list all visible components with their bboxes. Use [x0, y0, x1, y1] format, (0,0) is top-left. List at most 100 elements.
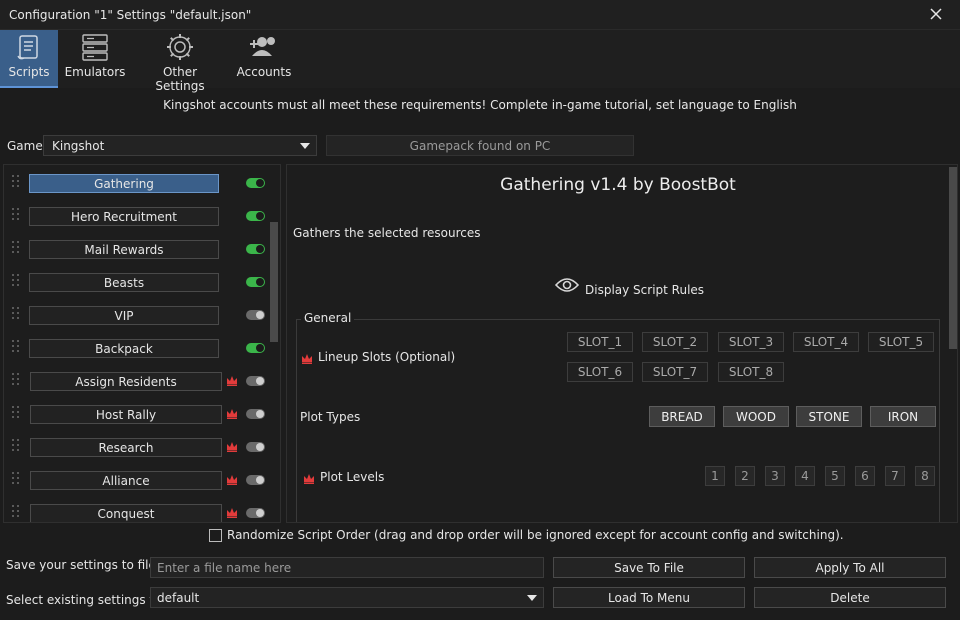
- slot-button[interactable]: SLOT_8: [718, 362, 784, 382]
- drag-handle-icon[interactable]: [12, 274, 20, 288]
- game-label: Game:: [7, 139, 47, 153]
- slot-button[interactable]: SLOT_7: [642, 362, 708, 382]
- drag-handle-icon[interactable]: [12, 340, 20, 354]
- slot-button[interactable]: SLOT_1: [567, 332, 633, 352]
- script-button-assign-residents[interactable]: Assign Residents: [30, 372, 222, 391]
- script-toggle[interactable]: [246, 178, 265, 188]
- gear-icon: [167, 34, 193, 60]
- plot-level-button[interactable]: 1: [705, 466, 725, 486]
- script-toggle[interactable]: [246, 277, 265, 287]
- script-toggle[interactable]: [246, 244, 265, 254]
- script-button-research[interactable]: Research: [30, 438, 222, 457]
- select-file-label: Select existing settings file: [6, 593, 168, 607]
- drag-handle-icon[interactable]: [12, 505, 20, 519]
- drag-handle-icon[interactable]: [12, 439, 20, 453]
- crown-icon: [227, 442, 237, 452]
- slot-button[interactable]: SLOT_4: [793, 332, 859, 352]
- game-select[interactable]: Kingshot: [43, 135, 317, 156]
- script-button-backpack[interactable]: Backpack: [29, 339, 219, 358]
- apply-to-all-button[interactable]: Apply To All: [754, 557, 946, 578]
- script-toggle[interactable]: [246, 475, 265, 485]
- crown-icon: [227, 508, 237, 518]
- plot-level-button[interactable]: 8: [915, 466, 935, 486]
- script-button-host-rally[interactable]: Host Rally: [30, 405, 222, 424]
- drag-handle-icon[interactable]: [12, 307, 20, 321]
- script-button-hero-recruitment[interactable]: Hero Recruitment: [29, 207, 219, 226]
- requirements-banner: Kingshot accounts must all meet these re…: [163, 98, 797, 112]
- plot-level-button[interactable]: 5: [825, 466, 845, 486]
- script-toggle[interactable]: [246, 409, 265, 419]
- save-settings-label: Save your settings to file: [6, 558, 156, 572]
- plot-type-stone[interactable]: STONE: [796, 406, 862, 427]
- slot-button[interactable]: SLOT_2: [642, 332, 708, 352]
- script-toggle[interactable]: [246, 442, 265, 452]
- drag-handle-icon[interactable]: [12, 175, 20, 189]
- chevron-down-icon: [300, 143, 310, 149]
- crown-icon: [227, 409, 237, 419]
- tab-accounts[interactable]: Accounts: [236, 30, 292, 88]
- tab-scripts[interactable]: Scripts: [0, 30, 58, 88]
- chevron-down-icon: [527, 595, 537, 601]
- script-toggle[interactable]: [246, 508, 265, 518]
- script-row: Beasts: [4, 267, 270, 297]
- server-icon: [82, 34, 108, 61]
- script-button-mail-rewards[interactable]: Mail Rewards: [29, 240, 219, 259]
- window-title: Configuration "1" Settings "default.json…: [9, 8, 252, 22]
- tab-emulators[interactable]: Emulators: [64, 30, 126, 88]
- tab-label: Other Settings: [155, 65, 205, 93]
- plot-level-button[interactable]: 7: [885, 466, 905, 486]
- scrollbar-thumb[interactable]: [270, 222, 278, 342]
- title-bar: Configuration "1" Settings "default.json…: [0, 0, 960, 30]
- gamepack-status: Gamepack found on PC: [326, 135, 634, 156]
- drag-handle-icon[interactable]: [12, 208, 20, 222]
- close-icon[interactable]: [926, 4, 946, 24]
- tab-label: Accounts: [236, 65, 292, 79]
- scripts-scrollbar[interactable]: [270, 167, 278, 522]
- script-description: Gathers the selected resources: [293, 226, 481, 240]
- slot-button[interactable]: SLOT_3: [718, 332, 784, 352]
- settings-file-value: default: [157, 591, 200, 605]
- plot-level-button[interactable]: 3: [765, 466, 785, 486]
- drag-handle-icon[interactable]: [12, 406, 20, 420]
- script-toggle[interactable]: [246, 376, 265, 386]
- slot-button[interactable]: SLOT_6: [567, 362, 633, 382]
- tab-label: Emulators: [64, 65, 126, 79]
- plot-level-button[interactable]: 6: [855, 466, 875, 486]
- script-button-conquest[interactable]: Conquest: [30, 504, 222, 522]
- plot-type-bread[interactable]: BREAD: [649, 406, 715, 427]
- plot-level-button[interactable]: 2: [735, 466, 755, 486]
- script-button-gathering[interactable]: Gathering: [29, 174, 219, 193]
- settings-file-select[interactable]: default: [150, 587, 544, 608]
- tab-label: Scripts: [8, 65, 50, 79]
- script-button-beasts[interactable]: Beasts: [29, 273, 219, 292]
- crown-icon: [304, 474, 314, 484]
- randomize-checkbox[interactable]: [209, 529, 222, 542]
- scrollbar-thumb[interactable]: [949, 167, 957, 349]
- script-row: Conquest: [4, 498, 270, 522]
- save-to-file-button[interactable]: Save To File: [553, 557, 745, 578]
- scripts-list: Gathering Hero Recruitment Mail Rewards …: [3, 164, 281, 523]
- crown-icon: [227, 475, 237, 485]
- file-name-input[interactable]: [150, 557, 544, 578]
- load-to-menu-button[interactable]: Load To Menu: [553, 587, 745, 608]
- plot-type-iron[interactable]: IRON: [870, 406, 936, 427]
- drag-handle-icon[interactable]: [12, 241, 20, 255]
- slot-button[interactable]: SLOT_5: [868, 332, 934, 352]
- script-button-vip[interactable]: VIP: [29, 306, 219, 325]
- plot-level-button[interactable]: 4: [795, 466, 815, 486]
- tab-other-settings[interactable]: Other Settings: [140, 30, 220, 93]
- script-toggle[interactable]: [246, 211, 265, 221]
- script-button-alliance[interactable]: Alliance: [30, 471, 222, 490]
- drag-handle-icon[interactable]: [12, 472, 20, 486]
- detail-scrollbar[interactable]: [949, 167, 957, 522]
- scroll-icon: [17, 35, 38, 60]
- drag-handle-icon[interactable]: [12, 373, 20, 387]
- plot-type-wood[interactable]: WOOD: [723, 406, 789, 427]
- script-toggle[interactable]: [246, 310, 265, 320]
- plot-types-text: Plot Types: [300, 410, 361, 424]
- script-toggle[interactable]: [246, 343, 265, 353]
- toolbar: Scripts Emulators Other Settings Account…: [0, 30, 960, 93]
- game-select-value: Kingshot: [52, 139, 105, 153]
- eye-icon: [555, 278, 579, 292]
- delete-button[interactable]: Delete: [754, 587, 946, 608]
